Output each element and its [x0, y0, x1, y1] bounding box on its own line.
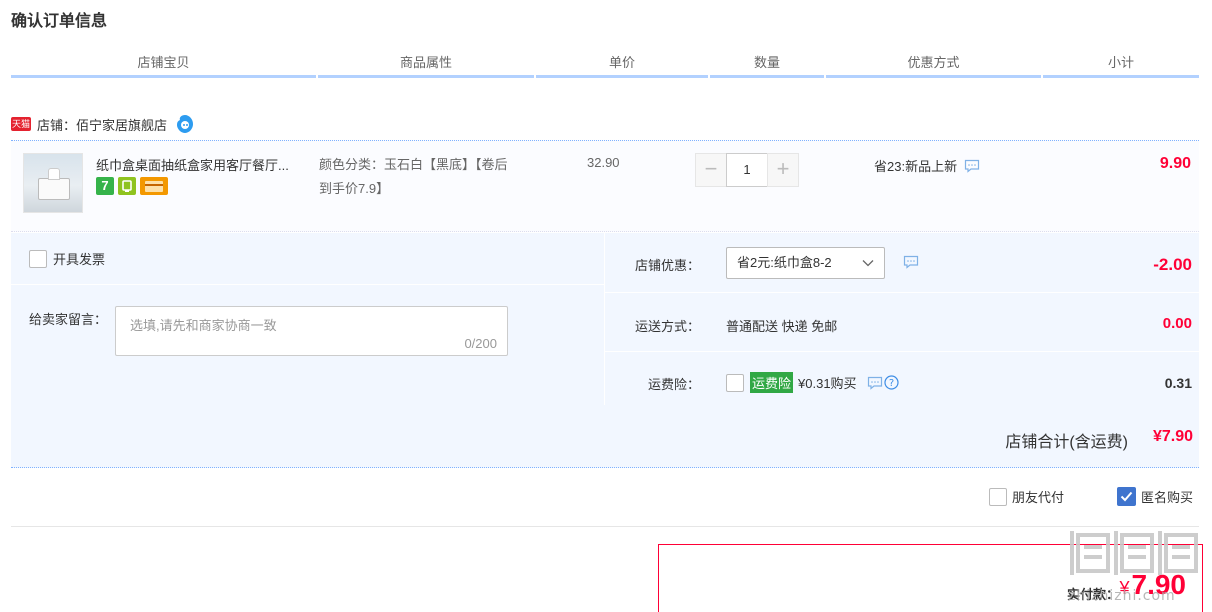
- attribute-line-1: 颜色分类：玉石白【黑底】【卷后: [319, 157, 508, 172]
- insurance-badge: 运费险: [750, 372, 794, 393]
- shop-total-value: ¥7.90: [1152, 428, 1193, 445]
- message-label: 给卖家留言：: [29, 312, 108, 327]
- item-subtotal: 9.90: [1159, 155, 1191, 172]
- column-header-subtotal: 小计: [1043, 48, 1199, 78]
- invoice-label: 开具发票: [53, 252, 106, 267]
- comment-icon[interactable]: [964, 159, 980, 173]
- shop-discount-value: 省2元:纸巾盒8-2: [737, 255, 832, 270]
- svg-text:?: ?: [888, 378, 893, 389]
- aliwangwang-icon[interactable]: [175, 114, 195, 134]
- chevron-down-icon: [862, 260, 874, 267]
- column-header-shop-item: 店铺宝贝: [11, 48, 316, 78]
- shop-discount-label: 店铺优惠：: [634, 258, 700, 273]
- invoice-option[interactable]: 开具发票: [29, 249, 105, 268]
- column-header-attributes: 商品属性: [318, 48, 534, 78]
- shipping-amount: 0.00: [1162, 315, 1192, 332]
- insurance-amount: 0.31: [1164, 375, 1192, 391]
- shipping-row: 运送方式： 普通配送 快递 免邮 0.00: [605, 294, 1200, 352]
- insurance-checkbox[interactable]: [726, 373, 744, 392]
- insurance-option[interactable]: 运费险 ¥0.31购买 ?: [726, 372, 899, 393]
- shipping-method: 普通配送 快递 免邮: [726, 319, 838, 334]
- shipping-insurance-row: 运费险： 运费险 ¥0.31购买 ? 0.31: [605, 353, 1200, 405]
- quantity-stepper: − 1 +: [695, 153, 799, 187]
- shop-line: 天猫 店铺：佰宁家居旗舰店: [11, 112, 195, 136]
- insurance-label: 运费险：: [647, 377, 700, 392]
- comment-icon[interactable]: [903, 255, 919, 269]
- order-column-headers: 店铺宝贝 商品属性 单价 数量 优惠方式 小计: [11, 48, 1199, 78]
- column-header-unit-price: 单价: [536, 48, 708, 78]
- comment-icon[interactable]: [867, 376, 883, 390]
- order-item-row: 纸巾盒桌面抽纸盒家用客厅餐厅... 7 颜色分类：玉石白【黑底】【卷后 到手价7…: [11, 140, 1199, 232]
- product-attributes: 颜色分类：玉石白【黑底】【卷后 到手价7.9】: [319, 153, 549, 201]
- quantity-increase-button[interactable]: +: [767, 153, 799, 187]
- friend-pay-option[interactable]: 朋友代付: [989, 487, 1064, 506]
- page-title: 确认订单信息: [11, 13, 108, 30]
- anonymous-purchase-checkbox[interactable]: [1117, 487, 1136, 506]
- shop-total-label: 店铺合计(含运费): [1005, 434, 1128, 451]
- item-promotion: 省23:新品上新: [874, 156, 980, 175]
- product-title-link[interactable]: 纸巾盒桌面抽纸盒家用客厅餐厅...: [96, 155, 311, 174]
- insurance-price: ¥0.31购买: [798, 376, 857, 391]
- shop-name[interactable]: 店铺：佰宁家居旗舰店: [37, 115, 167, 134]
- order-fees-section: 店铺优惠： 省2元:纸巾盒8-2 -2.00 运送方式： 普通配送 快递 免邮 …: [604, 233, 1200, 405]
- quantity-input[interactable]: 1: [726, 153, 768, 187]
- seller-message-input[interactable]: 选填,请先和商家协商一致 0/200: [115, 306, 508, 356]
- shipping-label: 运送方式：: [634, 319, 700, 334]
- message-char-count: 0/200: [464, 336, 497, 351]
- invoice-checkbox[interactable]: [29, 249, 47, 268]
- service-icons: 7: [96, 177, 168, 195]
- quantity-decrease-button[interactable]: −: [695, 153, 727, 187]
- help-icon[interactable]: ?: [883, 375, 899, 390]
- friend-pay-checkbox[interactable]: [989, 487, 1007, 506]
- credit-card-icon[interactable]: [140, 177, 168, 195]
- attribute-line-2: 到手价7.9】: [319, 181, 390, 196]
- shop-total-bar: 店铺合计(含运费) ¥7.90: [11, 405, 1199, 468]
- seven-day-return-icon[interactable]: 7: [96, 177, 114, 195]
- product-thumbnail[interactable]: [23, 153, 83, 213]
- anonymous-purchase-label: 匿名购买: [1141, 490, 1194, 505]
- guarantee-icon[interactable]: [118, 177, 136, 195]
- tmall-badge: 天猫: [11, 117, 31, 131]
- shop-discount-amount: -2.00: [1153, 255, 1192, 274]
- message-placeholder: 选填,请先和商家协商一致: [130, 318, 277, 333]
- shop-discount-select[interactable]: 省2元:纸巾盒8-2: [726, 247, 885, 279]
- watermark-url: zhizhizhi.com: [1068, 588, 1176, 604]
- divider: [11, 526, 1199, 527]
- watermark-logo: [1070, 531, 1198, 575]
- checkmark-icon: [1120, 491, 1133, 502]
- invoice-section: 开具发票: [11, 233, 604, 285]
- column-header-quantity: 数量: [710, 48, 824, 78]
- order-options-panel: 开具发票 给卖家留言： 选填,请先和商家协商一致 0/200 店铺优惠： 省2元…: [11, 233, 1200, 405]
- column-header-discount: 优惠方式: [826, 48, 1041, 78]
- shop-discount-row: 店铺优惠： 省2元:纸巾盒8-2 -2.00: [605, 233, 1200, 293]
- friend-pay-label: 朋友代付: [1012, 490, 1065, 505]
- unit-price: 32.90: [587, 155, 620, 170]
- anonymous-purchase-option[interactable]: 匿名购买: [1117, 487, 1193, 506]
- promotion-text: 省23:新品上新: [874, 159, 958, 174]
